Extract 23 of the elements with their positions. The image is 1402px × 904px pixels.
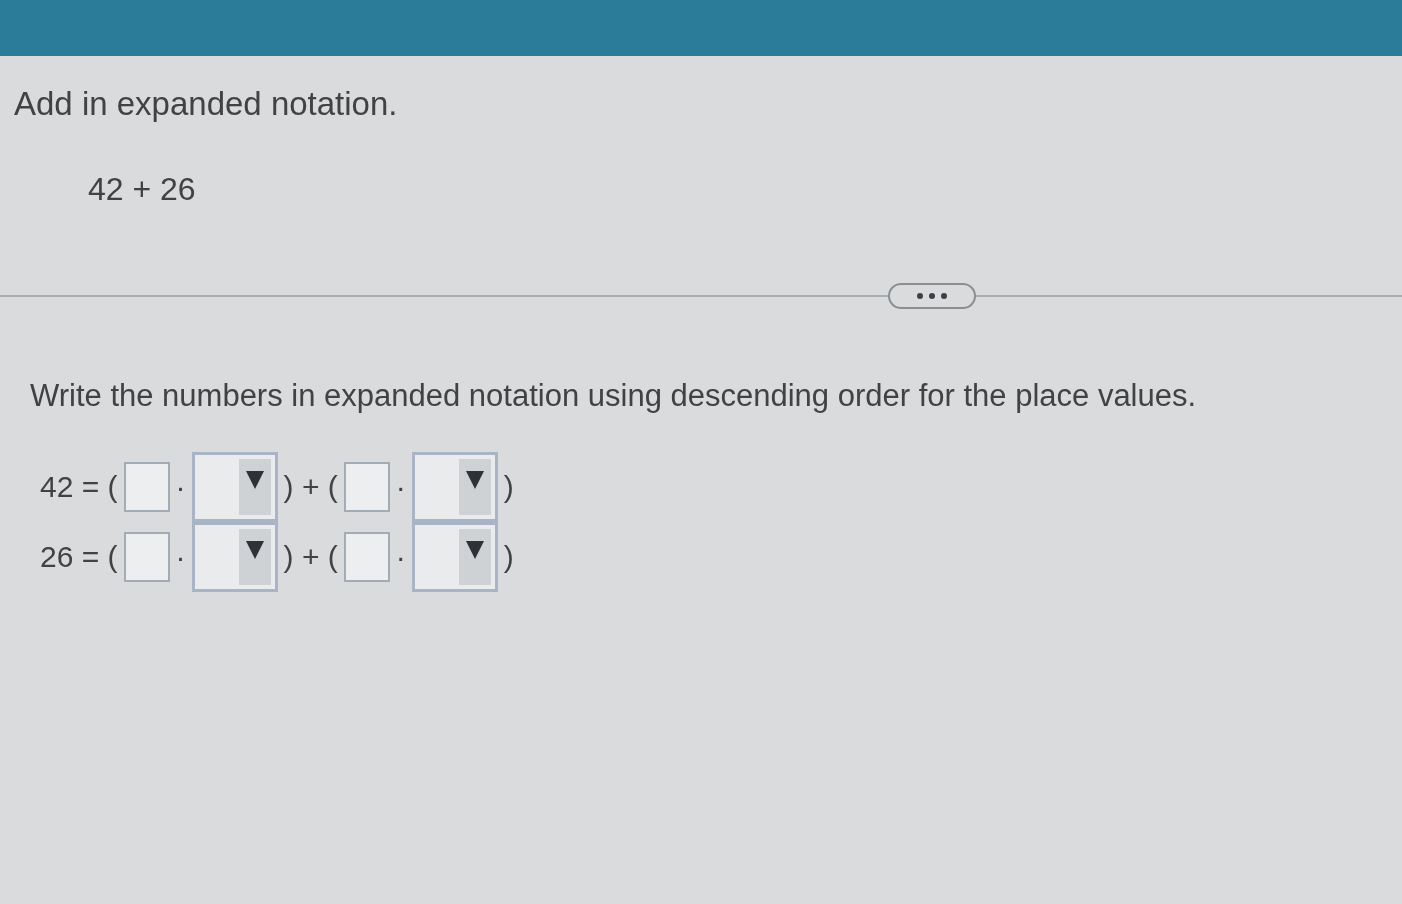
more-button[interactable] xyxy=(888,283,976,309)
math-text: · xyxy=(174,539,187,575)
dropdown[interactable] xyxy=(411,452,498,522)
caret-down-icon xyxy=(238,459,271,515)
math-text: · xyxy=(394,539,407,575)
dropdown[interactable] xyxy=(191,522,278,592)
more-dots-icon xyxy=(917,293,947,299)
math-text: 42 = ( xyxy=(39,469,119,505)
question-text: Add in expanded notation. xyxy=(14,84,398,124)
math-text: · xyxy=(174,469,187,505)
math-text: ) xyxy=(502,539,515,575)
dropdown[interactable] xyxy=(191,452,278,522)
math-text: ) + ( xyxy=(282,539,339,575)
caret-down-icon xyxy=(458,459,491,515)
math-text: ) xyxy=(502,469,515,505)
math-text: 26 = ( xyxy=(39,539,119,575)
caret-down-icon xyxy=(458,529,491,585)
math-text: · xyxy=(394,469,407,505)
expression-text: 42 + 26 xyxy=(88,170,196,208)
caret-down-icon xyxy=(238,529,271,585)
dropdown[interactable] xyxy=(411,522,498,592)
instruction-text: Write the numbers in expanded notation using descending order for the place values. xyxy=(30,377,1197,415)
math-text: ) + ( xyxy=(282,469,339,505)
